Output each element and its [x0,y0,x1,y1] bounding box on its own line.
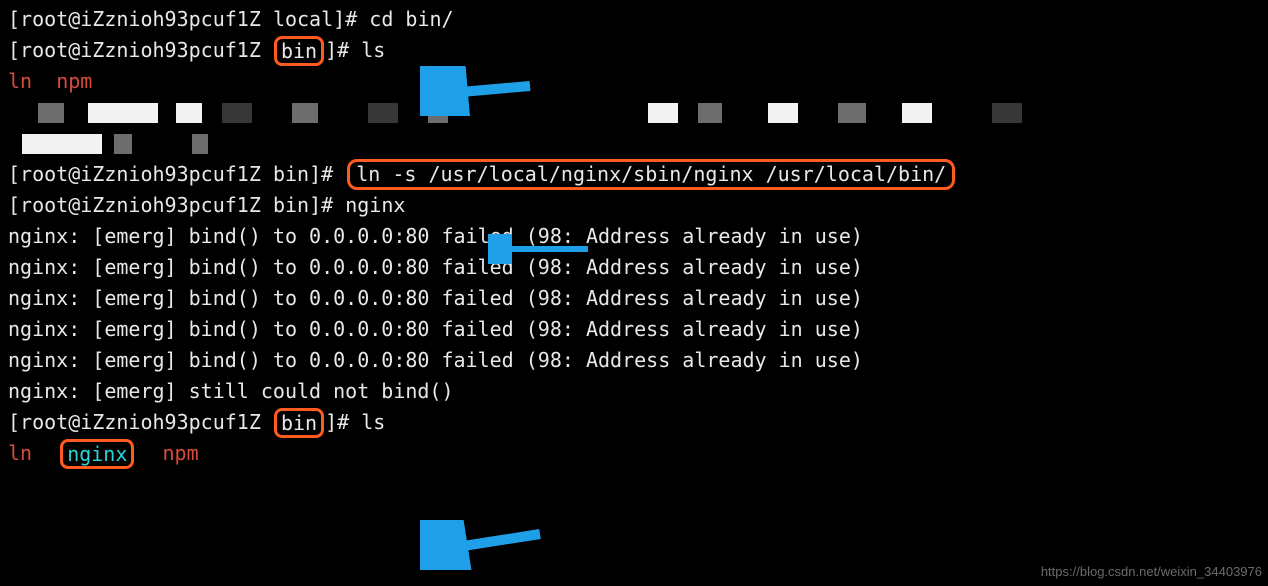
error-line: nginx: [emerg] bind() to 0.0.0.0:80 fail… [8,345,1260,376]
command-text: ln -s /usr/local/nginx/sbin/nginx /usr/l… [356,162,946,186]
prompt-user: root [20,4,68,35]
terminal-line: [root@iZznioh93pcuf1Z bin]# ls [8,407,1260,438]
ls-output: ln [8,438,32,469]
error-line: nginx: [emerg] bind() to 0.0.0.0:80 fail… [8,252,1260,283]
terminal-line: [root@iZznioh93pcuf1Z bin]# ln -s /usr/l… [8,159,1260,190]
terminal-line: [root@iZznioh93pcuf1Z bin]# nginx [8,190,1260,221]
prompt-at: @ [68,4,80,35]
terminal-line: ln npm [8,66,1260,97]
prompt-close: ] [333,4,345,35]
highlight-box: nginx [60,439,134,469]
prompt-path: bin [281,39,317,63]
terminal-line: ln nginx npm [8,438,1260,469]
error-line: nginx: [emerg] bind() to 0.0.0.0:80 fail… [8,221,1260,252]
command-text: cd bin/ [369,4,453,35]
watermark-text: https://blog.csdn.net/weixin_34403976 [1041,562,1262,582]
terminal-line: [root@iZznioh93pcuf1Z local]# cd bin/ [8,4,1260,35]
prompt-host: iZznioh93pcuf1Z [80,4,261,35]
prompt-hash: # [345,4,357,35]
command-text: ls [361,407,385,438]
ls-output: ln [8,66,32,97]
ls-output: nginx [67,442,127,466]
command-text: nginx [345,190,405,221]
ls-output: npm [163,438,199,469]
error-line: nginx: [emerg] bind() to 0.0.0.0:80 fail… [8,314,1260,345]
prompt-open: [ [8,4,20,35]
error-line: nginx: [emerg] bind() to 0.0.0.0:80 fail… [8,283,1260,314]
error-line: nginx: [emerg] still could not bind() [8,376,1260,407]
arrow-icon [420,520,550,570]
terminal-line: [root@iZznioh93pcuf1Z bin]# ls [8,35,1260,66]
prompt-path: local [273,4,333,35]
redacted-row [8,128,1260,159]
highlight-box: bin [274,36,324,66]
highlight-box: ln -s /usr/local/nginx/sbin/nginx /usr/l… [347,159,955,190]
ls-output: npm [56,66,92,97]
highlight-box: bin [274,408,324,438]
command-text: ls [361,35,385,66]
redacted-row [8,97,1260,128]
